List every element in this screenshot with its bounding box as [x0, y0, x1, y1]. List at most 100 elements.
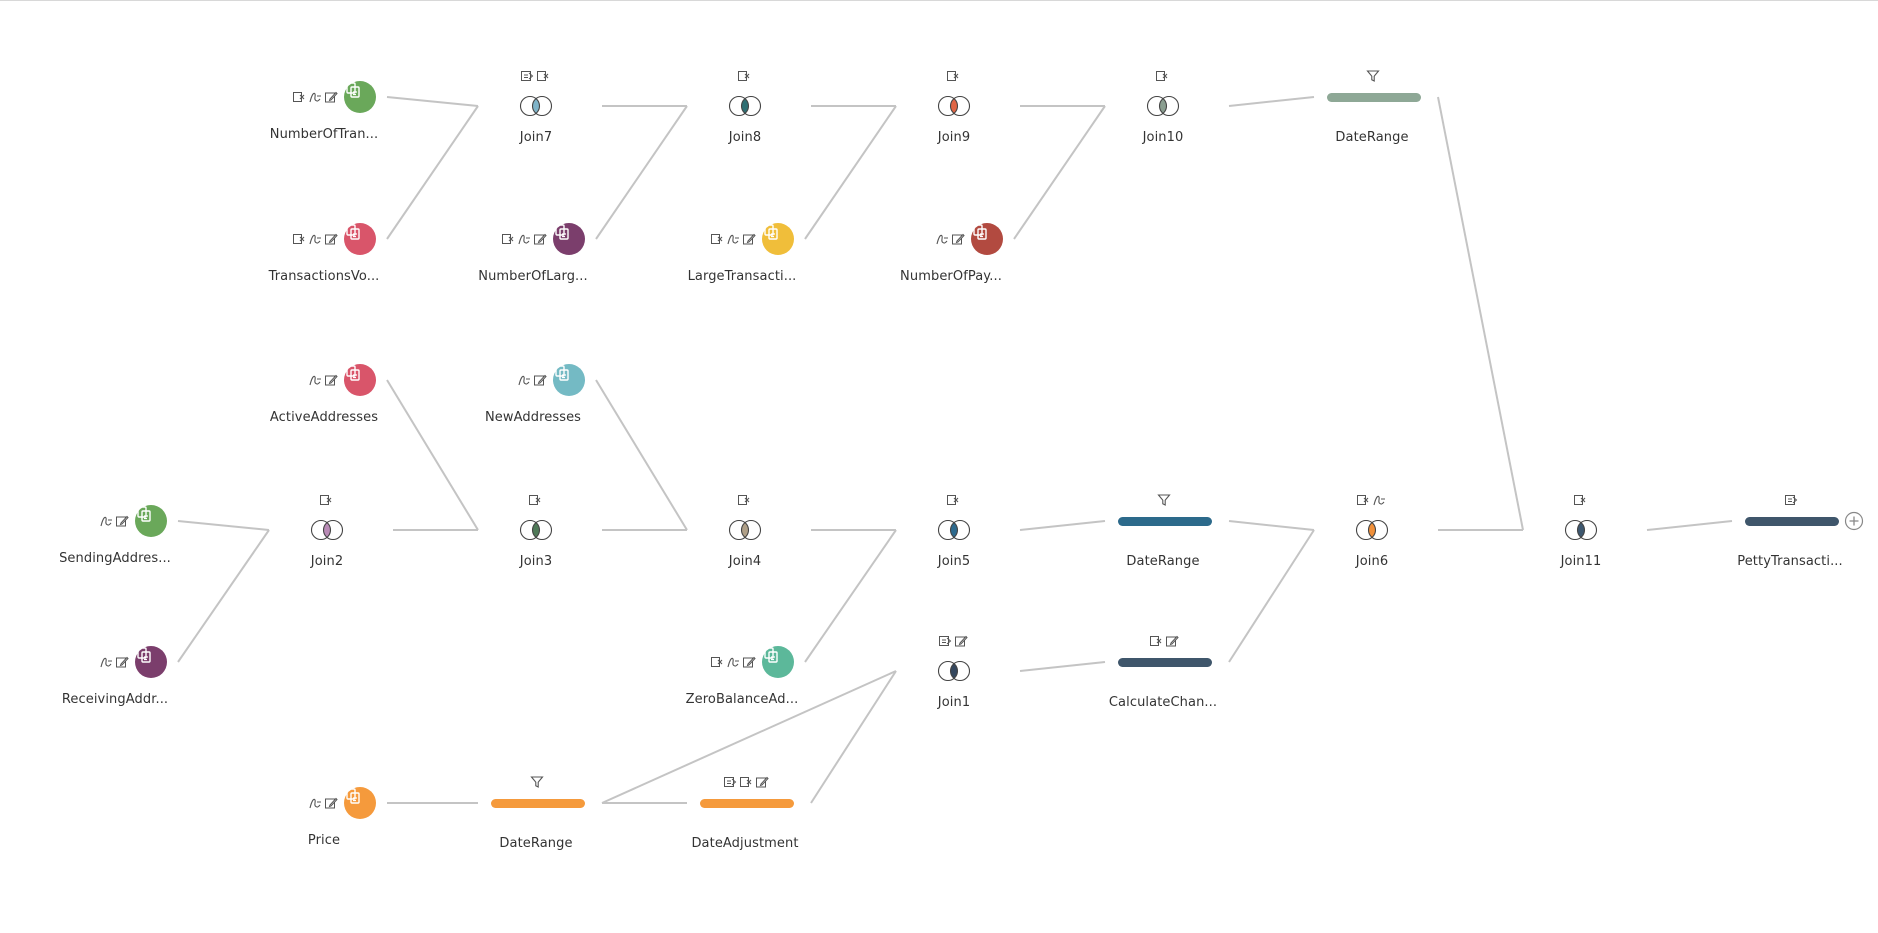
calc-icon[interactable]	[517, 373, 531, 387]
filter-step-bar[interactable]	[491, 799, 585, 808]
rename-icon[interactable]	[324, 232, 338, 246]
rename-icon[interactable]	[755, 775, 769, 789]
connector-line	[177, 529, 270, 663]
connector-line	[1228, 529, 1315, 663]
remove-icon[interactable]	[1573, 493, 1587, 507]
remove-icon[interactable]	[501, 232, 515, 246]
remove-icon[interactable]	[739, 775, 753, 789]
step-label: ZeroBalanceAd...	[685, 692, 799, 707]
calc-icon[interactable]	[99, 655, 113, 669]
rename-icon[interactable]	[533, 373, 547, 387]
calc-icon[interactable]	[308, 232, 322, 246]
connector-line	[1019, 661, 1106, 672]
remove-icon[interactable]	[1356, 493, 1370, 507]
rename-icon[interactable]	[742, 655, 756, 669]
rename-icon[interactable]	[324, 373, 338, 387]
rename-icon[interactable]	[115, 655, 129, 669]
input-step-icon[interactable]	[344, 81, 376, 113]
clean-step-bar[interactable]	[700, 799, 794, 808]
join-venn-icon[interactable]	[518, 519, 554, 541]
remove-icon[interactable]	[292, 232, 306, 246]
remove-icon[interactable]	[536, 69, 550, 83]
step-label: Join4	[728, 554, 762, 569]
remove-icon[interactable]	[1155, 69, 1169, 83]
remove-icon[interactable]	[319, 493, 333, 507]
connector-line	[177, 520, 270, 531]
rename-icon[interactable]	[1165, 634, 1179, 648]
step-label: SendingAddres...	[59, 551, 171, 566]
input-step-icon[interactable]	[135, 505, 167, 537]
rename-icon[interactable]	[115, 514, 129, 528]
rename-icon[interactable]	[954, 634, 968, 648]
calc-icon[interactable]	[517, 232, 531, 246]
flow-canvas[interactable]: NumberOfTran... TransactionsVo... Join7 Nu…	[0, 0, 1878, 933]
keep-icon[interactable]	[723, 775, 737, 789]
rename-icon[interactable]	[324, 796, 338, 810]
step-label: Join10	[1142, 130, 1184, 145]
join-venn-icon[interactable]	[309, 519, 345, 541]
clean-step-bar[interactable]	[1118, 658, 1212, 667]
filter-icon[interactable]	[1157, 493, 1171, 507]
calc-icon[interactable]	[308, 373, 322, 387]
input-step-icon[interactable]	[135, 646, 167, 678]
step-label: Join11	[1560, 554, 1602, 569]
join-venn-icon[interactable]	[727, 95, 763, 117]
remove-icon[interactable]	[292, 90, 306, 104]
keep-icon[interactable]	[938, 634, 952, 648]
calc-icon[interactable]	[935, 232, 949, 246]
join-venn-icon[interactable]	[1563, 519, 1599, 541]
remove-icon[interactable]	[710, 655, 724, 669]
rename-icon[interactable]	[742, 232, 756, 246]
step-label: Join2	[310, 554, 344, 569]
calc-icon[interactable]	[99, 514, 113, 528]
filter-icon[interactable]	[530, 775, 544, 789]
rename-icon[interactable]	[324, 90, 338, 104]
join-venn-icon[interactable]	[727, 519, 763, 541]
input-step-icon[interactable]	[971, 223, 1003, 255]
input-step-icon[interactable]	[553, 223, 585, 255]
step-label: DateAdjustment	[691, 836, 799, 851]
step-label: Join8	[728, 130, 762, 145]
calc-icon[interactable]	[726, 232, 740, 246]
remove-icon[interactable]	[946, 69, 960, 83]
output-step-bar[interactable]	[1745, 517, 1839, 526]
step-label: Join3	[519, 554, 553, 569]
input-step-icon[interactable]	[344, 787, 376, 819]
calc-icon[interactable]	[308, 90, 322, 104]
join-venn-icon[interactable]	[518, 95, 554, 117]
step-label: Join5	[937, 554, 971, 569]
plus-icon[interactable]	[1844, 511, 1864, 531]
input-step-icon[interactable]	[762, 646, 794, 678]
remove-icon[interactable]	[946, 493, 960, 507]
step-label: Price	[307, 833, 341, 848]
remove-icon[interactable]	[737, 493, 751, 507]
join-venn-icon[interactable]	[1354, 519, 1390, 541]
calc-icon[interactable]	[726, 655, 740, 669]
calc-icon[interactable]	[1372, 493, 1386, 507]
connector-line	[1646, 520, 1733, 531]
remove-icon[interactable]	[710, 232, 724, 246]
rename-icon[interactable]	[951, 232, 965, 246]
join-venn-icon[interactable]	[936, 95, 972, 117]
rename-icon[interactable]	[533, 232, 547, 246]
filter-step-bar[interactable]	[1118, 517, 1212, 526]
remove-icon[interactable]	[1149, 634, 1163, 648]
step-label: DateRange	[1126, 554, 1200, 569]
join-venn-icon[interactable]	[936, 660, 972, 682]
join-venn-icon[interactable]	[1145, 95, 1181, 117]
filter-step-bar[interactable]	[1327, 93, 1421, 102]
input-step-icon[interactable]	[762, 223, 794, 255]
keep-icon[interactable]	[520, 69, 534, 83]
input-step-icon[interactable]	[553, 364, 585, 396]
filter-icon[interactable]	[1366, 69, 1380, 83]
remove-icon[interactable]	[737, 69, 751, 83]
input-step-icon[interactable]	[344, 223, 376, 255]
connector-line	[1013, 105, 1106, 240]
remove-icon[interactable]	[528, 493, 542, 507]
calc-icon[interactable]	[308, 796, 322, 810]
keep-icon[interactable]	[1784, 493, 1798, 507]
connector-line	[386, 96, 479, 107]
input-step-icon[interactable]	[344, 364, 376, 396]
step-label: DateRange	[499, 836, 573, 851]
join-venn-icon[interactable]	[936, 519, 972, 541]
